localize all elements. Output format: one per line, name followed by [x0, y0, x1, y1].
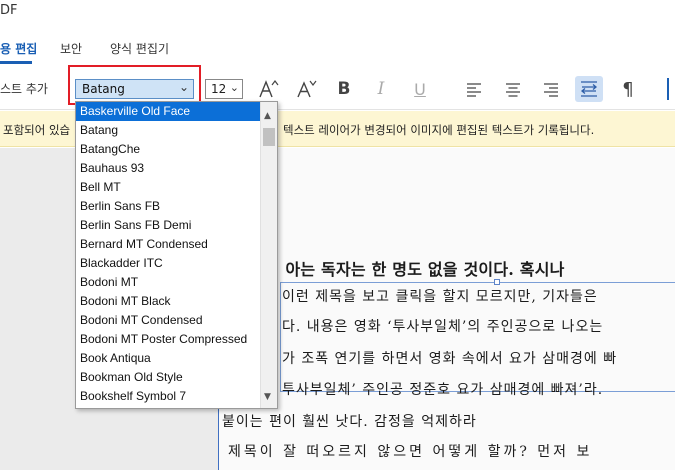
font-option-book-antiqua[interactable]: Book Antiqua — [76, 349, 261, 368]
document-text-line[interactable]: 투사부일체’ 주인공 정준호 요가 삼매경에 빠져’라. — [282, 379, 603, 399]
tab-edit-content[interactable]: 용 편집 — [0, 40, 37, 57]
italic-icon: I — [377, 79, 385, 99]
toolbar-separator — [667, 78, 669, 100]
ribbon-tabs: 용 편집 보안 양식 편집기 — [0, 40, 675, 60]
window-title-fragment: DF — [0, 3, 18, 18]
font-option-bauhaus-93[interactable]: Bauhaus 93 — [76, 159, 261, 178]
notice-text-start: 포함되어 있습 — [3, 123, 71, 137]
callout-highlight-box — [68, 65, 201, 105]
align-center-icon — [506, 83, 520, 97]
font-option-berlin-sans-fb-demi[interactable]: Berlin Sans FB Demi — [76, 216, 261, 235]
document-text-line[interactable]: 다. 내용은 영화 ‘투사부일체’의 주인공으로 나오는 — [282, 316, 603, 336]
bold-button[interactable]: B — [330, 76, 358, 102]
font-option-bernard-mt-condensed[interactable]: Bernard MT Condensed — [76, 235, 261, 254]
font-family-dropdown-list[interactable]: Baskerville Old Face Batang BatangChe Ba… — [75, 101, 278, 409]
document-text-line[interactable]: 제목이 잘 떠오르지 않으면 어떻게 할까? 먼저 보 — [228, 441, 592, 461]
font-option-berlin-sans-fb[interactable]: Berlin Sans FB — [76, 197, 261, 216]
chevron-down-icon: ⌄ — [229, 81, 239, 94]
font-option-bookshelf-symbol-7[interactable]: Bookshelf Symbol 7 — [76, 387, 261, 406]
font-size-select[interactable]: 12 ⌄ — [205, 79, 243, 99]
align-left-button[interactable] — [460, 76, 488, 102]
bold-icon: B — [337, 79, 351, 99]
scroll-down-arrow-icon[interactable]: ▼ — [264, 392, 271, 402]
document-text-line[interactable]: 가 조폭 연기를 하면서 영화 속에서 요가 삼매경에 빠 — [282, 348, 617, 368]
font-option-baskerville-old-face[interactable]: Baskerville Old Face — [76, 102, 261, 121]
dropdown-scrollbar[interactable]: ▲ ▼ — [260, 102, 277, 408]
underline-icon: U — [414, 79, 426, 99]
align-right-icon — [544, 83, 558, 97]
font-option-bodoni-mt-black[interactable]: Bodoni MT Black — [76, 292, 261, 311]
scrollbar-thumb[interactable] — [263, 128, 275, 146]
tab-form-editor[interactable]: 양식 편집기 — [110, 40, 169, 57]
font-option-bookman-old-style[interactable]: Bookman Old Style — [76, 368, 261, 387]
font-option-bodoni-mt-poster-compressed[interactable]: Bodoni MT Poster Compressed — [76, 330, 261, 349]
font-decrease-icon — [297, 80, 317, 98]
tab-security[interactable]: 보안 — [60, 40, 82, 57]
font-option-bell-mt[interactable]: Bell MT — [76, 178, 261, 197]
notice-text: 텍스트 레이어가 변경되어 이미지에 편집된 텍스트가 기록됩니다. — [283, 123, 595, 137]
underline-button[interactable]: U — [406, 76, 434, 102]
paragraph-icon: ¶ — [622, 78, 634, 100]
increase-font-size-button[interactable] — [254, 76, 282, 102]
selection-handle[interactable] — [494, 279, 500, 285]
text-flow-button[interactable] — [575, 76, 603, 102]
align-right-button[interactable] — [537, 76, 565, 102]
align-center-button[interactable] — [499, 76, 527, 102]
text-flow-icon — [580, 81, 598, 97]
font-option-batangche[interactable]: BatangChe — [76, 140, 261, 159]
decrease-font-size-button[interactable] — [292, 76, 320, 102]
add-text-button[interactable]: 스트 추가 — [0, 80, 48, 97]
scroll-up-arrow-icon[interactable]: ▲ — [264, 111, 271, 121]
paragraph-direction-button[interactable]: ¶ — [614, 76, 642, 102]
italic-button[interactable]: I — [367, 76, 395, 102]
font-option-batang[interactable]: Batang — [76, 121, 261, 140]
document-text-line[interactable]: 붙이는 편이 훨씬 낫다. 감정을 억제하라 — [222, 411, 477, 431]
text-caret-guide — [218, 405, 219, 470]
font-option-blackadder-itc[interactable]: Blackadder ITC — [76, 254, 261, 273]
align-left-icon — [467, 83, 481, 97]
font-option-bodoni-mt[interactable]: Bodoni MT — [76, 273, 261, 292]
document-text-line[interactable]: 이런 제목을 보고 클릭을 할지 모르지만, 기자들은 — [282, 286, 598, 306]
font-increase-icon — [259, 80, 279, 98]
font-option-bodoni-mt-condensed[interactable]: Bodoni MT Condensed — [76, 311, 261, 330]
font-size-value: 12 — [211, 82, 227, 96]
